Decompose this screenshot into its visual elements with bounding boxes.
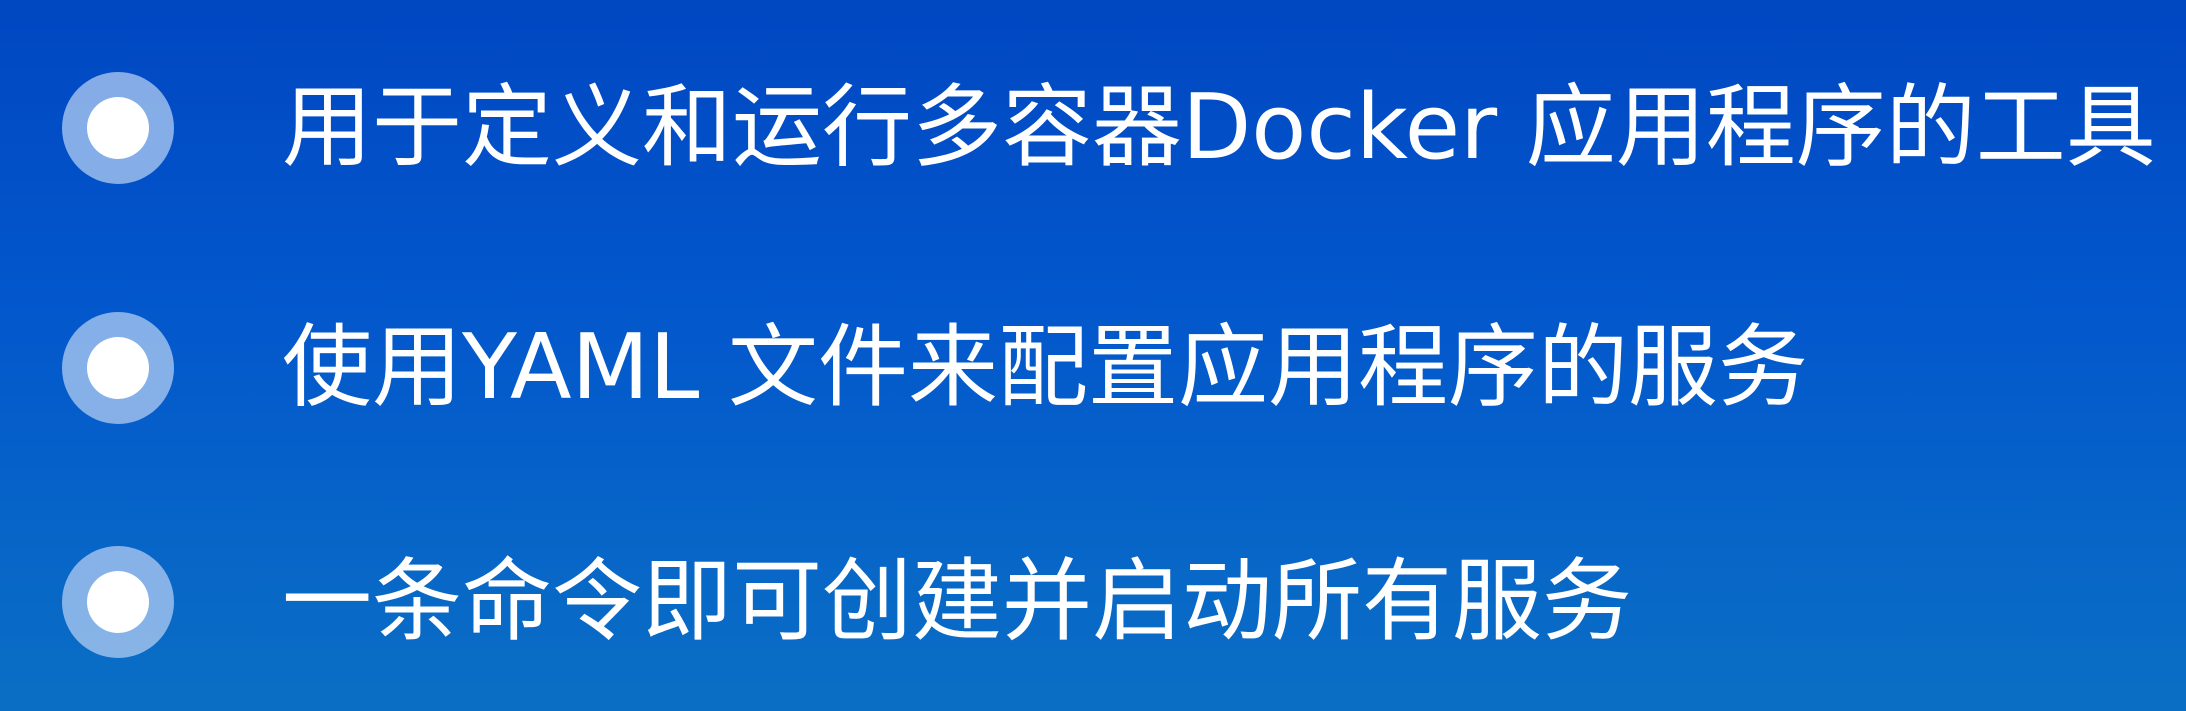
circle-bullet-icon [62, 546, 174, 658]
circle-bullet-icon [62, 72, 174, 184]
bullet-item: 使用YAML 文件来配置应用程序的服务 [0, 308, 2186, 428]
slide: 用于定义和运行多容器Docker 应用程序的工具 使用YAML 文件来配置应用程… [0, 0, 2186, 711]
bullet-text: 使用YAML 文件来配置应用程序的服务 [282, 315, 1808, 420]
bullet-text: 用于定义和运行多容器Docker 应用程序的工具 [282, 75, 2156, 180]
bullet-item: 一条命令即可创建并启动所有服务 [0, 542, 2186, 662]
circle-bullet-icon [62, 312, 174, 424]
bullet-text: 一条命令即可创建并启动所有服务 [282, 549, 1632, 654]
bullet-item: 用于定义和运行多容器Docker 应用程序的工具 [0, 68, 2186, 188]
